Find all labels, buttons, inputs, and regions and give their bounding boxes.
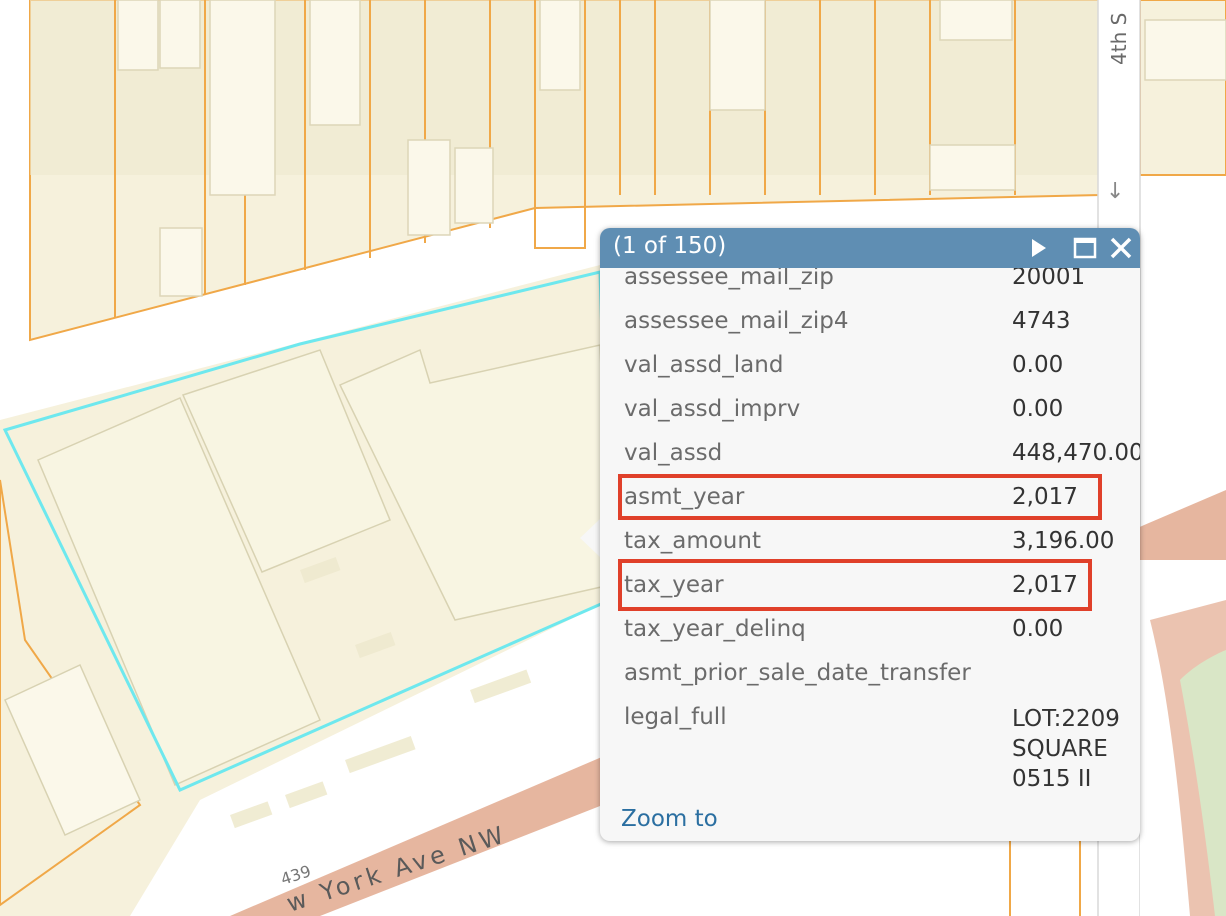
one-way-arrow-icon: ↓	[1106, 179, 1124, 204]
identify-popup: (1 of 150) assessee_mail_zip 20001 asses…	[600, 228, 1140, 841]
highlight-asmt-year	[618, 474, 1102, 520]
attribute-key: tax_year_delinq	[624, 616, 806, 642]
attribute-key: val_assd	[624, 440, 723, 466]
attribute-value: 4743	[1012, 308, 1071, 334]
attribute-key: tax_amount	[624, 528, 761, 554]
attribute-value: LOT:2209 SQUARE 0515 II	[1012, 706, 1120, 792]
popup-attribute-list[interactable]: assessee_mail_zip 20001 assessee_mail_zi…	[600, 268, 1140, 841]
popup-header: (1 of 150)	[600, 228, 1140, 268]
maximize-icon[interactable]	[1072, 235, 1098, 261]
attribute-value: 0.00	[1012, 396, 1064, 422]
attribute-key: val_assd_imprv	[624, 396, 801, 422]
attribute-key: legal_full	[624, 704, 727, 730]
attribute-key: val_assd_land	[624, 352, 784, 378]
attribute-value: 20001	[1012, 268, 1086, 290]
highlight-tax-year	[618, 559, 1092, 611]
close-icon[interactable]	[1108, 235, 1134, 261]
street-label-4th: 4th S	[1107, 13, 1131, 65]
parcel-block-northeast	[1139, 0, 1226, 176]
attribute-value: 448,470.00	[1012, 440, 1140, 466]
zoom-to-link[interactable]: Zoom to	[621, 806, 718, 832]
attribute-key: assessee_mail_zip	[624, 268, 834, 290]
attribute-value: 3,196.00	[1012, 528, 1115, 554]
attribute-key: asmt_prior_sale_date_transfer	[624, 660, 971, 686]
attribute-value: 0.00	[1012, 616, 1064, 642]
play-icon[interactable]	[1026, 235, 1052, 261]
popup-pointer	[580, 519, 600, 557]
attribute-value: 0.00	[1012, 352, 1064, 378]
popup-title: (1 of 150)	[613, 233, 727, 259]
attribute-key: assessee_mail_zip4	[624, 308, 849, 334]
